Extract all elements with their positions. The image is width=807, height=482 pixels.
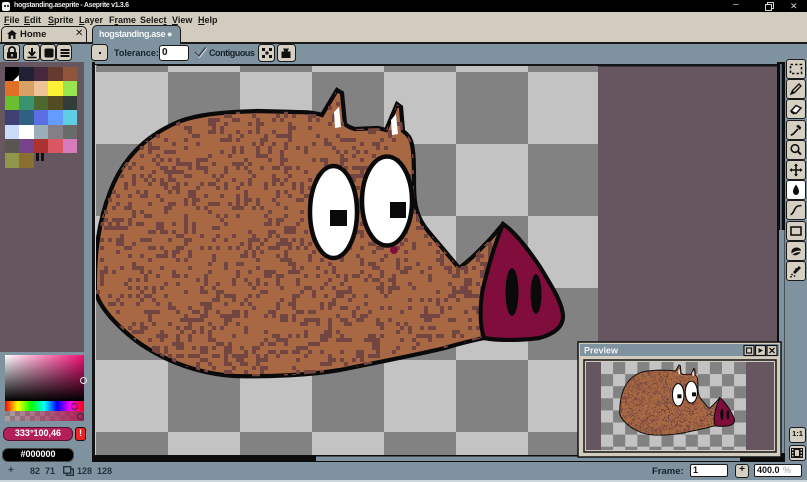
svg-text:Preview: Preview [584, 346, 619, 356]
